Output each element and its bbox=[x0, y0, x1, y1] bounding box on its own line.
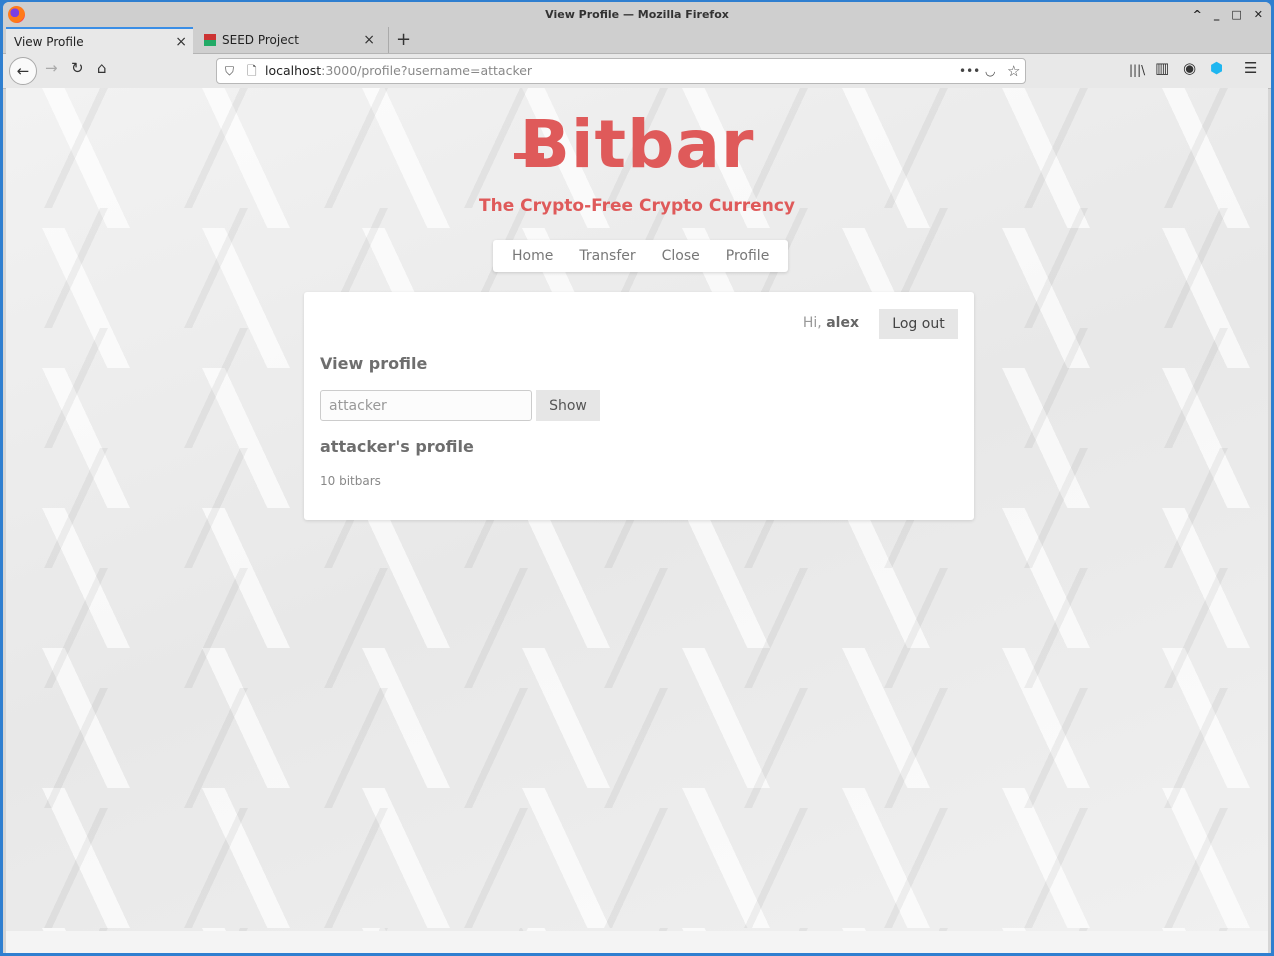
tab-label: View Profile bbox=[14, 35, 84, 49]
profile-card: Hi, alex Log out View profile Show attac… bbox=[304, 292, 974, 520]
collapse-icon[interactable]: ^ bbox=[1193, 2, 1202, 27]
menu-icon[interactable]: ☰ bbox=[1244, 59, 1257, 77]
url-bar[interactable]: ⛉ 🗋 localhost:3000/profile?username=atta… bbox=[216, 58, 1026, 84]
title-bar: View Profile — Mozilla Firefox ^ _ □ ✕ bbox=[3, 2, 1271, 27]
url-host: localhost bbox=[265, 63, 322, 78]
close-tab-icon[interactable]: × bbox=[175, 29, 187, 56]
home-button[interactable]: ⌂ bbox=[97, 59, 107, 77]
close-window-icon[interactable]: ✕ bbox=[1254, 2, 1263, 27]
page-content: Bitbar The Crypto-Free Crypto Currency H… bbox=[6, 88, 1268, 953]
tab-seed-project[interactable]: SEED Project × bbox=[196, 27, 381, 54]
tab-bar: View Profile × SEED Project × + bbox=[3, 27, 1271, 54]
forward-button[interactable]: → bbox=[45, 59, 58, 77]
view-profile-heading: View profile bbox=[320, 354, 428, 373]
extension-icon[interactable]: ⬢ bbox=[1210, 59, 1223, 77]
window-title: View Profile — Mozilla Firefox bbox=[545, 8, 729, 21]
new-tab-button[interactable]: + bbox=[388, 27, 411, 53]
menu-close[interactable]: Close bbox=[649, 240, 713, 272]
maximize-icon[interactable]: □ bbox=[1231, 2, 1241, 27]
firefox-logo-icon bbox=[8, 6, 25, 23]
url-path: :3000/profile?username=attacker bbox=[321, 63, 533, 78]
tab-label: SEED Project bbox=[222, 33, 299, 47]
reload-button[interactable]: ↻ bbox=[71, 59, 84, 77]
menu-profile[interactable]: Profile bbox=[713, 240, 783, 272]
pocket-icon[interactable]: ◡ bbox=[985, 59, 995, 83]
nav-toolbar: ← → ↻ ⌂ ⛉ 🗋 localhost:3000/profile?usern… bbox=[3, 54, 1271, 89]
main-menu: Home Transfer Close Profile bbox=[493, 240, 789, 272]
back-button[interactable]: ← bbox=[9, 57, 37, 85]
brand-logo: Bitbar bbox=[513, 106, 755, 183]
account-icon[interactable]: ◉ bbox=[1183, 59, 1196, 77]
page-icon: 🗋 bbox=[247, 64, 257, 78]
username: alex bbox=[826, 315, 859, 331]
bookmark-star-icon[interactable]: ☆ bbox=[1007, 59, 1020, 83]
show-button[interactable]: Show bbox=[536, 390, 600, 421]
minimize-icon[interactable]: _ bbox=[1214, 2, 1220, 27]
greeting: Hi, alex bbox=[802, 315, 859, 331]
balance: 10 bitbars bbox=[320, 474, 381, 488]
library-icon[interactable]: |||\ bbox=[1129, 63, 1145, 77]
seed-favicon-icon bbox=[204, 34, 216, 46]
tagline: The Crypto-Free Crypto Currency bbox=[479, 196, 795, 216]
sidebar-icon[interactable]: ▥ bbox=[1155, 59, 1169, 77]
profile-heading: attacker's profile bbox=[320, 437, 474, 456]
logout-button[interactable]: Log out bbox=[879, 309, 958, 339]
menu-transfer[interactable]: Transfer bbox=[566, 240, 648, 272]
username-input[interactable] bbox=[320, 390, 532, 421]
close-tab-icon[interactable]: × bbox=[363, 27, 375, 54]
tab-view-profile[interactable]: View Profile × bbox=[6, 27, 193, 54]
shield-icon: ⛉ bbox=[225, 64, 235, 78]
bottom-strip bbox=[6, 931, 1268, 953]
browser-window: View Profile — Mozilla Firefox ^ _ □ ✕ V… bbox=[3, 2, 1271, 953]
menu-home[interactable]: Home bbox=[499, 240, 566, 272]
more-actions-icon[interactable]: ••• bbox=[959, 59, 980, 83]
